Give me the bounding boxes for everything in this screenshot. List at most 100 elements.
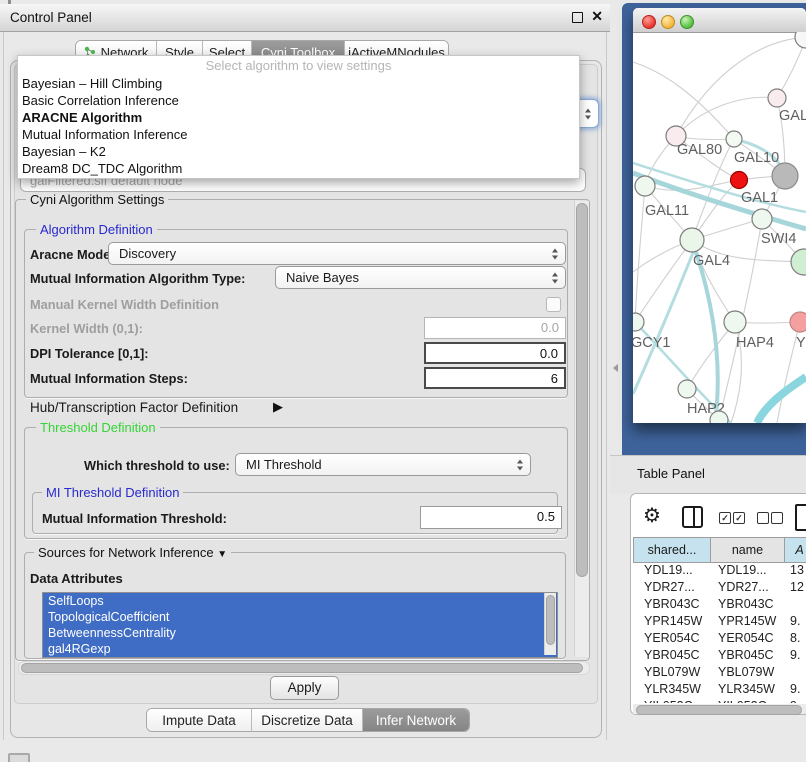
table-row[interactable]: YBR045CYBR045C9. [633,648,806,665]
tab-impute-data[interactable]: Impute Data [147,709,252,731]
network-node-label: GAL1 [741,190,778,206]
threshold-definition-title: Threshold Definition [36,420,160,435]
network-node[interactable] [731,172,748,189]
gear-icon[interactable]: ⚙ [643,503,661,528]
mi-steps-field[interactable]: 6 [424,367,566,389]
table-row[interactable]: YPR145WYPR145W9. [633,614,806,631]
dpi-tolerance-field[interactable]: 0.0 [424,342,566,364]
table-row[interactable]: YLR345WYLR345W9. [633,682,806,699]
zoom-traffic-light[interactable] [680,15,694,29]
network-node[interactable] [678,380,696,398]
document-icon[interactable] [795,504,806,531]
close-traffic-light[interactable] [642,15,656,29]
checked-checkbox-icon[interactable]: ✓ [719,512,731,524]
network-node[interactable] [772,163,798,189]
unchecked-checkbox-icon[interactable] [757,512,769,524]
column-header-clipped[interactable]: A [785,537,806,563]
mi-algorithm-type-value: Naive Bayes [286,270,359,285]
settings-scrollbar[interactable] [574,201,589,657]
table-cell: 9. [785,614,806,631]
table-row[interactable]: YDR27...YDR27...12 [633,580,806,597]
table-row[interactable]: YBL079WYBL079W [633,665,806,682]
table-panel-title: Table Panel [637,466,705,481]
network-node-label: SWI4 [761,231,796,247]
resize-grip-icon[interactable] [8,753,30,762]
table-cell: YDL19... [633,563,711,580]
algorithm-option[interactable]: Basic Correlation Inference [18,92,579,109]
mi-algorithm-type-combo[interactable]: Naive Bayes [275,266,566,289]
table-cell: 9. [785,682,806,699]
attribute-item-selected[interactable]: gal4RGexp [43,641,557,657]
network-node[interactable] [680,228,704,252]
attribute-item-selected[interactable]: TopologicalCoefficient [43,609,557,625]
network-node[interactable] [768,89,786,107]
mi-threshold-field[interactable]: 0.5 [420,506,562,529]
checked-checkbox-icon[interactable]: ✓ [733,512,745,524]
attribute-list-scrollbar[interactable] [544,593,556,655]
column-header-label: A [795,543,803,557]
table-row[interactable]: YIL052CYIL052C9. [633,699,806,703]
table-cell: YBR045C [711,648,785,665]
attribute-list-scrollbar-thumb[interactable] [546,595,555,645]
table-cell: YIL052C [711,699,785,703]
network-node[interactable] [726,131,742,147]
table-cell: YBL079W [711,665,785,682]
algorithm-option[interactable]: Bayesian – K2 [18,143,579,160]
float-window-icon[interactable] [572,12,583,23]
network-node[interactable] [710,411,728,423]
network-node-label: GAL10 [734,150,779,166]
aracne-mode-combo[interactable]: Discovery [108,242,566,265]
manual-kernel-checkbox[interactable] [546,297,561,312]
network-window-titlebar[interactable] [633,8,806,33]
network-node[interactable] [724,311,746,333]
network-canvas[interactable]: GALGAL80GAL10GAL1GAL11SWI4GAL4GCY1HAP4YH… [633,32,806,423]
table-row[interactable]: YER054CYER054C8. [633,631,806,648]
panel-left-edge [3,31,4,740]
tab-discretize-data[interactable]: Discretize Data [252,709,363,731]
sources-group-title: Sources for Network Inference ▼ [34,545,231,560]
algorithm-option[interactable]: Bayesian – Hill Climbing [18,75,579,92]
table-cell: YBR045C [633,648,711,665]
columns-icon[interactable] [682,506,703,528]
tab-infer-network[interactable]: Infer Network [363,709,469,731]
unchecked-checkbox-icon[interactable] [771,512,783,524]
hub-definition-label[interactable]: Hub/Transcription Factor Definition [30,400,238,415]
table-hscrollbar-thumb[interactable] [636,705,802,715]
network-node[interactable] [752,209,772,229]
algorithm-option[interactable]: Dream8 DC_TDC Algorithm [18,160,579,177]
network-node[interactable] [635,176,655,196]
caret-down-icon[interactable]: ▼ [217,549,227,560]
network-node[interactable] [790,312,806,332]
caret-right-icon[interactable]: ▶ [273,399,283,415]
table-cell: 8. [785,631,806,648]
settings-hscrollbar-thumb[interactable] [21,663,583,673]
data-attributes-list[interactable]: SelfLoops TopologicalCoefficient Between… [42,592,558,658]
network-node-label: GCY1 [633,335,671,351]
table-cell: YDL19... [711,563,785,580]
settings-hscrollbar[interactable] [18,661,590,675]
close-icon[interactable]: ✕ [591,8,603,25]
column-header-shared-name[interactable]: shared... [633,537,711,563]
apply-button[interactable]: Apply [270,676,339,700]
settings-scrollbar-thumb[interactable] [576,203,588,577]
cyni-settings-group-title: Cyni Algorithm Settings [26,192,168,207]
column-header-name[interactable]: name [711,537,785,563]
network-node[interactable] [791,249,806,275]
minimize-traffic-light[interactable] [661,15,675,29]
combo-stepper-icon [552,248,558,259]
algorithm-option[interactable]: Mutual Information Inference [18,126,579,143]
algorithm-option-selected[interactable]: ARACNE Algorithm [18,109,579,126]
table-row[interactable]: YBR043CYBR043C [633,597,806,614]
split-pane-handle[interactable] [613,364,618,372]
table-hscrollbar[interactable] [633,704,806,714]
kernel-width-field[interactable]: 0.0 [424,317,566,339]
attribute-item-selected[interactable]: BetweennessCentrality [43,625,557,641]
which-threshold-combo[interactable]: MI Threshold [235,453,531,476]
attribute-item-selected[interactable]: SelfLoops [43,593,557,609]
table-panel-header: Table Panel [610,455,806,494]
network-node[interactable] [795,32,806,48]
which-threshold-value: MI Threshold [246,457,322,472]
table-row[interactable]: YDL19...YDL19...13 [633,563,806,580]
tab-impute-data-label: Impute Data [162,713,236,728]
dpi-tolerance-value: 0.0 [540,346,558,361]
